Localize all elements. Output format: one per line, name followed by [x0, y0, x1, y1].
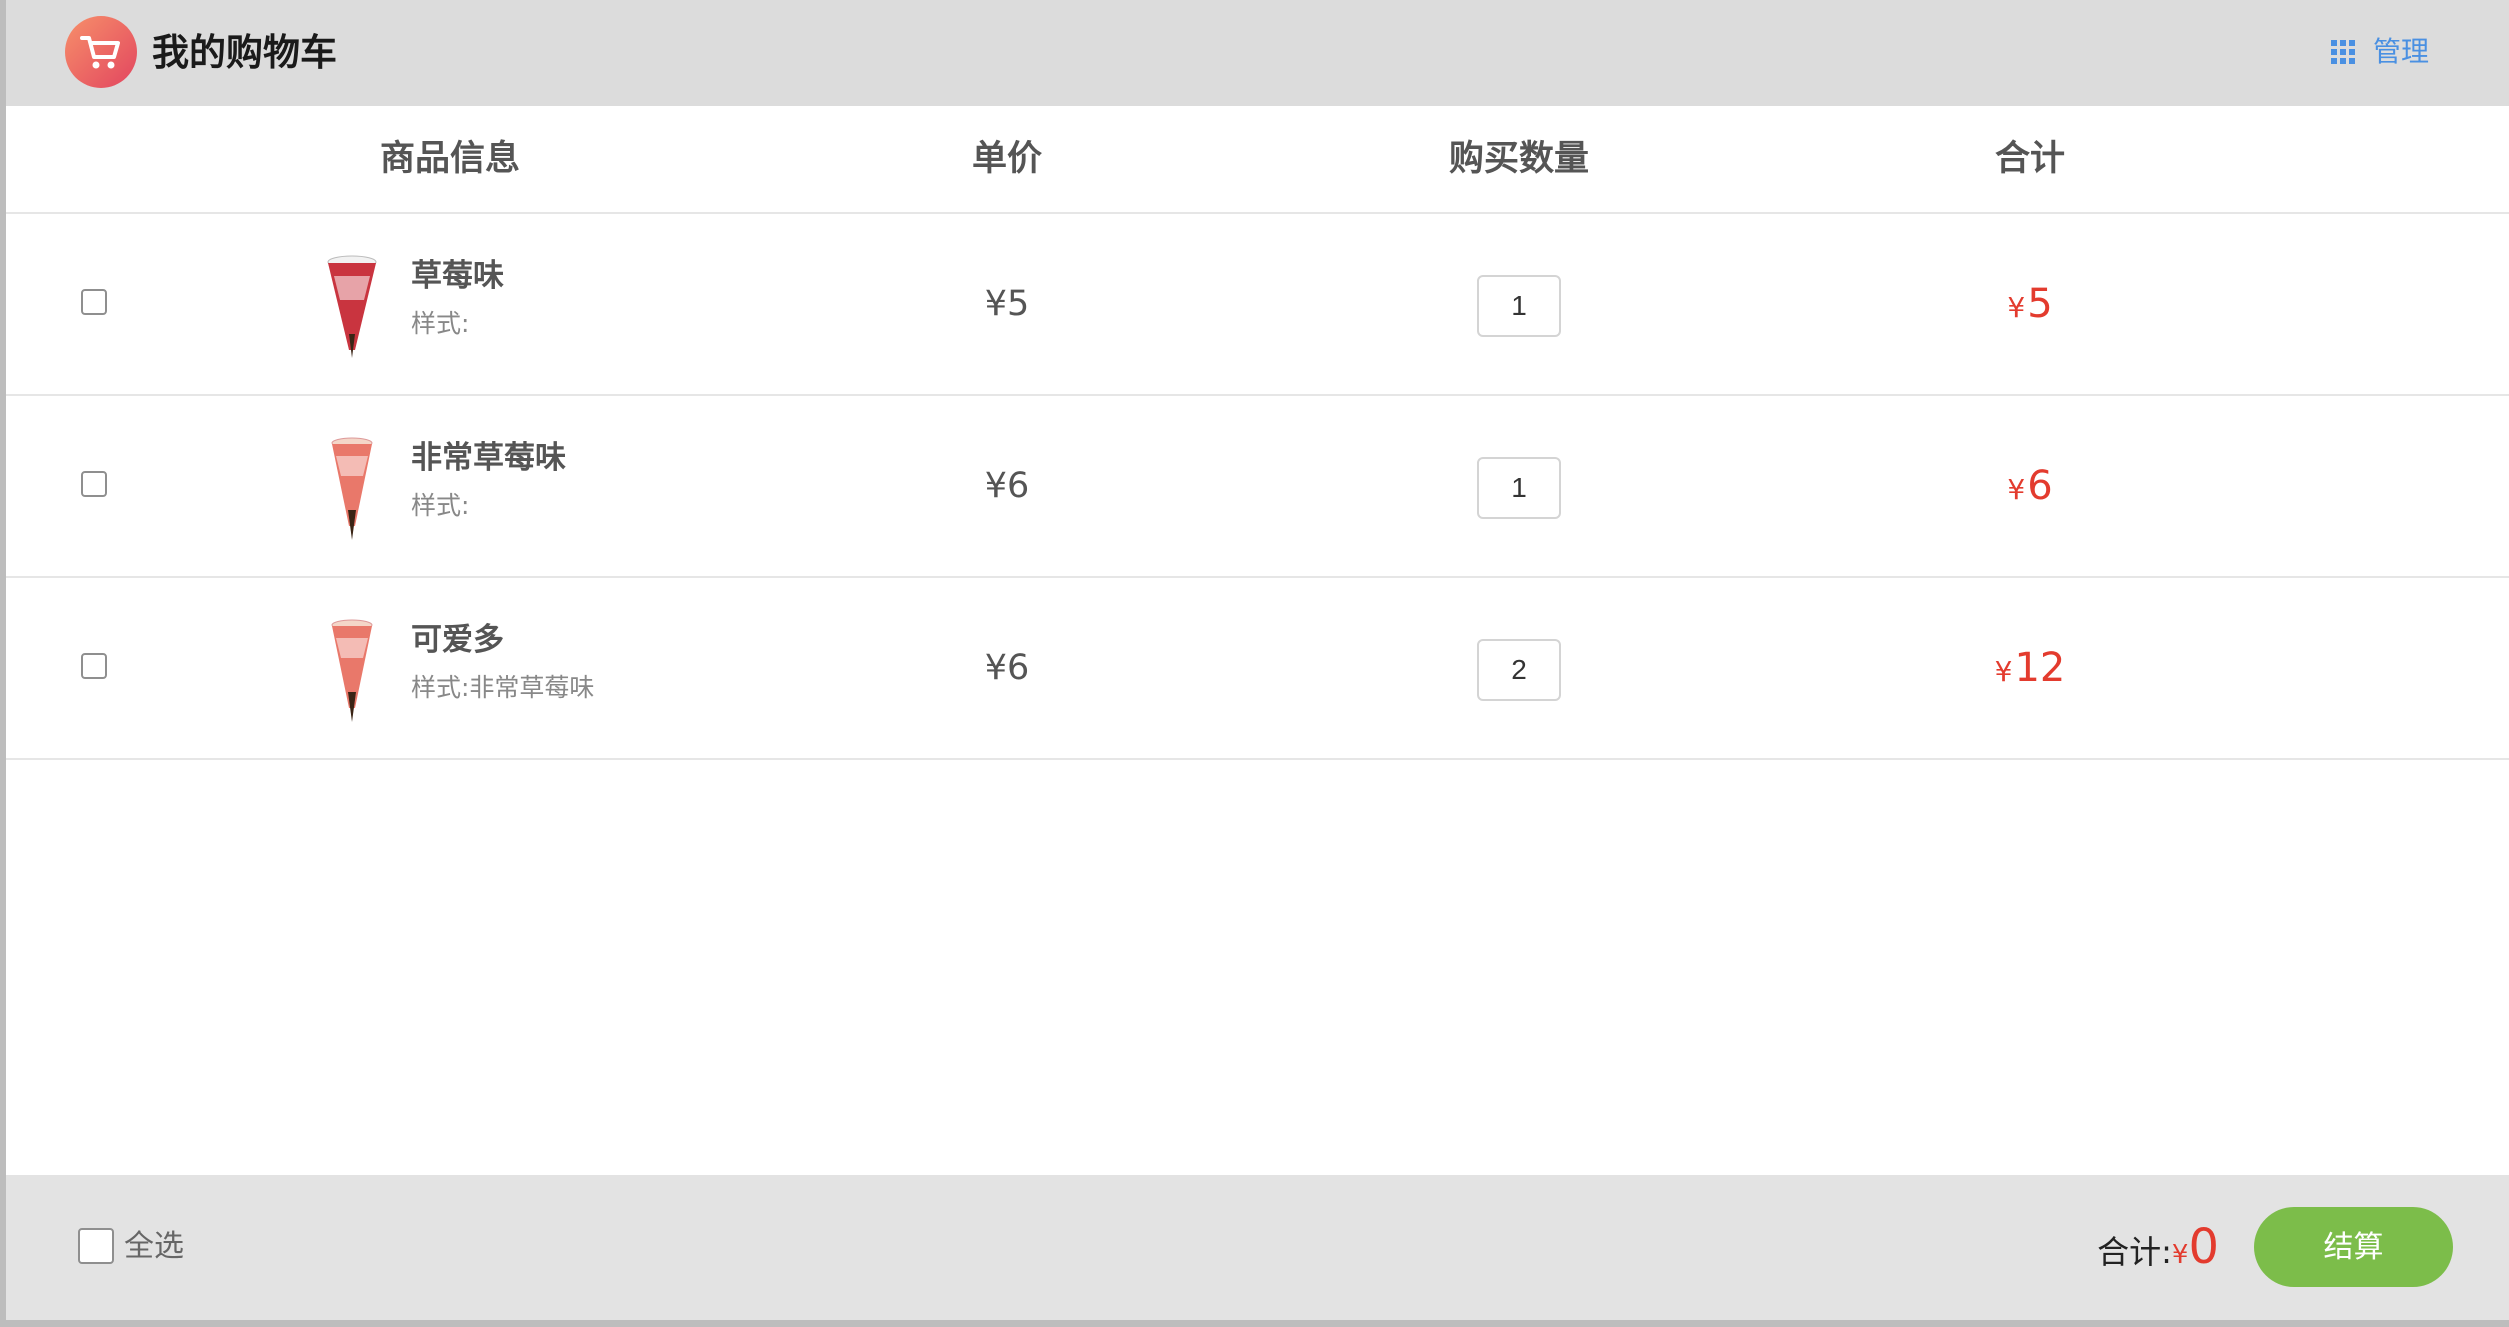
cart-item-row: 非常草莓味 样式: ¥6 ¥6 — [6, 396, 2509, 578]
page-title: 我的购物车 — [152, 31, 337, 74]
total-amount: 0 — [2188, 1219, 2219, 1275]
quantity-input[interactable] — [1477, 639, 1561, 701]
cart-total: 合计:¥0 — [2097, 1211, 2219, 1294]
total-currency: ¥ — [2171, 1240, 2189, 1270]
product-thumbnail — [331, 619, 373, 722]
total-label: 合计: — [2097, 1233, 2172, 1271]
product-name: 可爱多 — [411, 622, 504, 658]
manage-label: 管理 — [2372, 35, 2429, 68]
checkout-button[interactable]: 结算 — [2254, 1207, 2453, 1287]
item-checkbox[interactable] — [81, 471, 107, 497]
header-bar: 我的购物车 管理 — [6, 0, 2509, 106]
quantity-input[interactable] — [1477, 457, 1561, 519]
product-thumbnail — [331, 437, 373, 540]
subtotal-amount: 5 — [2027, 281, 2053, 327]
column-header-total: 合计 — [1994, 139, 2066, 179]
product-spec: 样式: — [411, 491, 470, 520]
cart-item-row: 可爱多 样式:非常草莓味 ¥6 ¥12 — [6, 578, 2509, 760]
item-checkbox[interactable] — [81, 289, 107, 315]
product-thumbnail — [327, 255, 377, 358]
cart-footer: 全选 合计:¥0 结算 — [6, 1175, 2509, 1320]
item-checkbox[interactable] — [81, 653, 107, 679]
cart-app: 我的购物车 管理 商品信息 单价 购买数量 合计 草莓味 样式: ¥5 1 ¥5… — [6, 0, 2509, 1320]
unit-price: ¥5 — [984, 284, 1030, 324]
item-subtotal: ¥5 — [2007, 214, 2052, 394]
product-name: 草莓味 — [411, 258, 504, 294]
column-header-product: 商品信息 — [379, 139, 521, 179]
subtotal-currency: ¥ — [2007, 291, 2026, 324]
select-all-label[interactable]: 全选 — [124, 1225, 184, 1269]
unit-price: ¥6 — [984, 648, 1030, 688]
product-name: 非常草莓味 — [411, 440, 566, 476]
grid-icon — [2330, 40, 2355, 64]
column-header-unit-price: 单价 — [971, 139, 1043, 179]
subtotal-amount: 12 — [2014, 645, 2066, 691]
table-header: 商品信息 单价 购买数量 合计 — [6, 106, 2509, 214]
product-spec: 样式: — [411, 309, 470, 338]
subtotal-currency: ¥ — [1994, 655, 2013, 688]
item-subtotal: ¥12 — [1995, 578, 2066, 758]
quantity-input[interactable] — [1477, 275, 1561, 337]
unit-price: ¥6 — [984, 466, 1030, 506]
subtotal-currency: ¥ — [2007, 473, 2026, 506]
subtotal-amount: 6 — [2027, 463, 2053, 509]
shopping-cart-icon — [65, 16, 137, 88]
item-subtotal: ¥6 — [2007, 396, 2052, 576]
manage-button[interactable]: 管理 — [2330, 30, 2429, 74]
product-spec: 样式:非常草莓味 — [411, 673, 595, 702]
cart-item-row: 草莓味 样式: ¥5 ¥5 — [6, 214, 2509, 396]
select-all-checkbox[interactable] — [78, 1228, 114, 1264]
column-header-quantity: 购买数量 — [1448, 139, 1590, 179]
